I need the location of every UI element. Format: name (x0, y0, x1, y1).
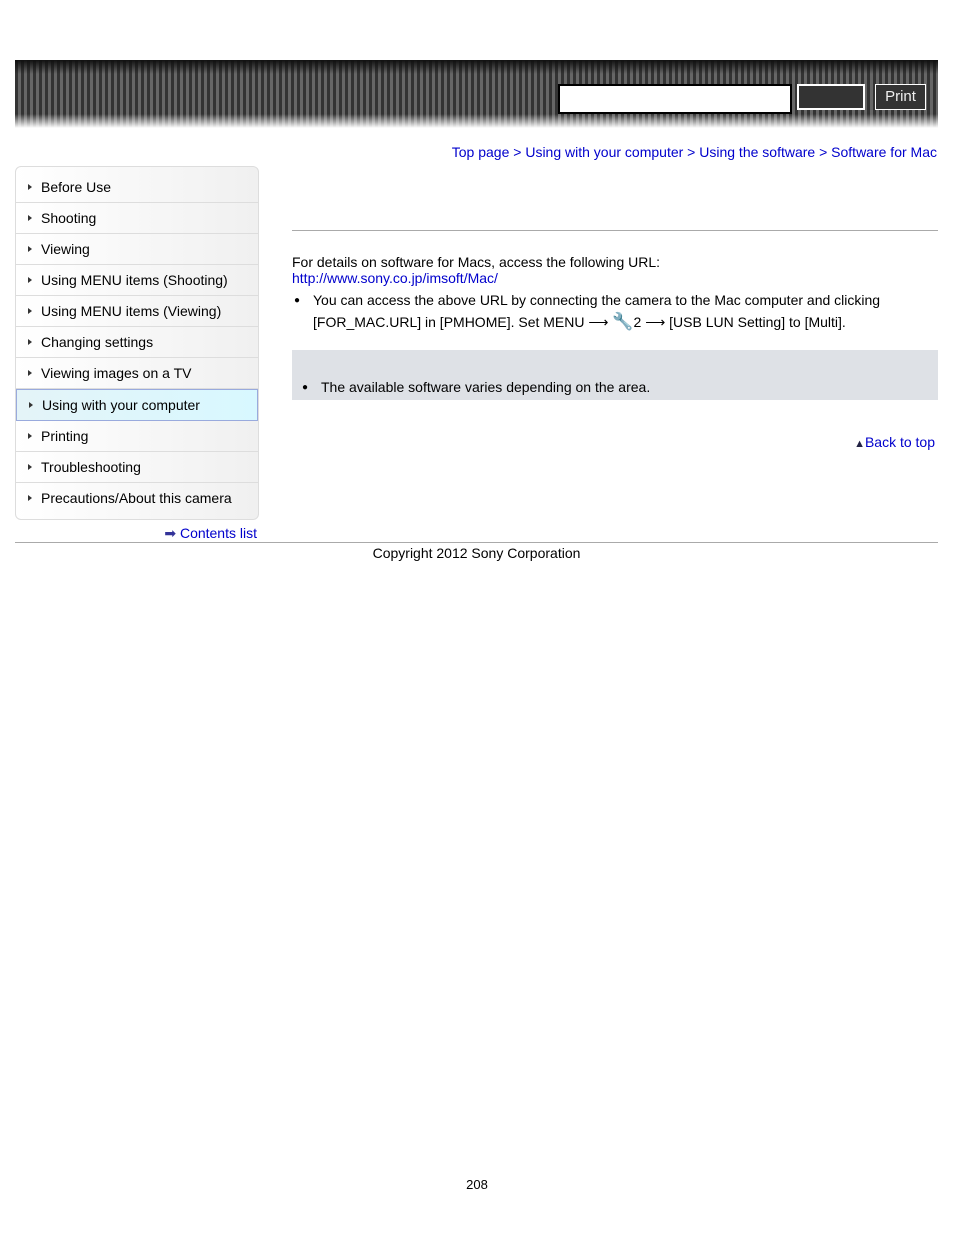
breadcrumb-software-mac[interactable]: Software for Mac (831, 144, 937, 160)
sidebar-item-before-use[interactable]: Before Use (16, 172, 258, 203)
back-to-top-label: Back to top (864, 434, 935, 450)
sidebar-item-viewing[interactable]: Viewing (16, 234, 258, 265)
breadcrumb-sep: > (509, 144, 526, 160)
search-input[interactable] (558, 84, 792, 114)
sidebar-item-precautions[interactable]: Precautions/About this camera (16, 483, 258, 513)
note-box: The available software varies depending … (292, 350, 938, 400)
search-button[interactable] (797, 84, 865, 110)
sidebar-item-printing[interactable]: Printing (16, 421, 258, 452)
sidebar-item-using-computer[interactable]: Using with your computer (16, 389, 258, 421)
sidebar-item-viewing-tv[interactable]: Viewing images on a TV (16, 358, 258, 389)
note-item: The available software varies depending … (300, 377, 650, 398)
breadcrumb-using-computer[interactable]: Using with your computer (525, 144, 683, 160)
wrench-icon: 🔧 (612, 312, 634, 331)
sidebar-item-menu-shooting[interactable]: Using MENU items (Shooting) (16, 265, 258, 296)
arrow-right-icon: ➡ (164, 525, 177, 541)
print-button[interactable]: Print (875, 84, 926, 110)
arrow-icon: ⟶ (588, 314, 609, 330)
main-content: For details on software for Macs, access… (292, 230, 938, 400)
breadcrumb-sep: > (683, 144, 700, 160)
back-to-top-link[interactable]: ▲Back to top (854, 434, 935, 450)
sidebar-item-changing-settings[interactable]: Changing settings (16, 327, 258, 358)
intro-text: For details on software for Macs, access… (292, 254, 661, 270)
bullet-item: You can access the above URL by connecti… (292, 290, 938, 333)
contents-list-label: Contents list (179, 525, 257, 541)
breadcrumb-top-page[interactable]: Top page (452, 144, 510, 160)
sidebar: Before Use Shooting Viewing Using MENU i… (15, 166, 259, 520)
footer-copyright: Copyright 2012 Sony Corporation (15, 542, 938, 561)
page-number: 208 (466, 1177, 488, 1192)
breadcrumb: Top page > Using with your computer > Us… (452, 144, 937, 160)
contents-list-link[interactable]: ➡ Contents list (164, 525, 257, 542)
sidebar-item-menu-viewing[interactable]: Using MENU items (Viewing) (16, 296, 258, 327)
mac-software-url[interactable]: http://www.sony.co.jp/imsoft/Mac/ (292, 270, 498, 286)
sidebar-item-shooting[interactable]: Shooting (16, 203, 258, 234)
arrow-icon: ⟶ (645, 314, 666, 330)
breadcrumb-sep: > (815, 144, 832, 160)
bullet-text: [USB LUN Setting] to [Multi]. (665, 314, 846, 330)
sidebar-item-troubleshooting[interactable]: Troubleshooting (16, 452, 258, 483)
triangle-up-icon: ▲ (854, 438, 865, 450)
breadcrumb-using-software[interactable]: Using the software (699, 144, 815, 160)
setup-number: 2 (633, 314, 642, 330)
